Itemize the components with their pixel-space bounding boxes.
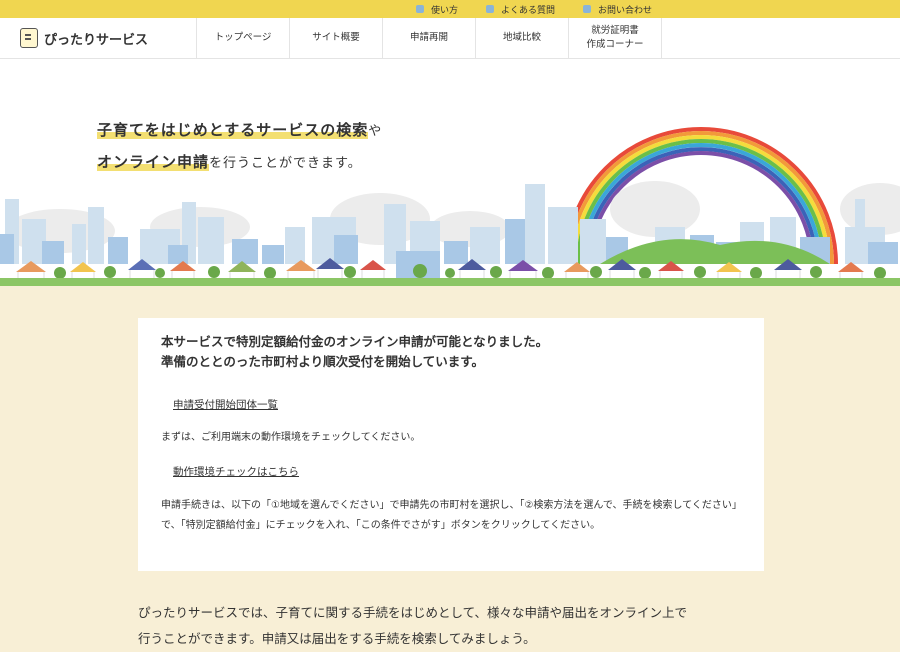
global-nav: トップページ サイト概要 申請再開 地域比較 就労証明書 作成コーナー bbox=[196, 18, 662, 58]
help-link[interactable]: 使い方 bbox=[415, 3, 458, 16]
logo-icon bbox=[20, 28, 38, 48]
service-intro: ぴったりサービスでは、子育てに関する手続をはじめとして、様々な申請や届出をオンラ… bbox=[138, 605, 688, 646]
notice-box: 本サービスで特別定額給付金のオンライン申請が可能となりました。 準備のととのった… bbox=[138, 318, 764, 571]
application-instructions: 申請手続きは、以下の「①地域を選んでください」で申請先の市町村を選択し、「②検索… bbox=[161, 500, 742, 531]
nav-region-compare[interactable]: 地域比較 bbox=[475, 18, 568, 58]
square-icon bbox=[582, 5, 591, 13]
application-start-list-link[interactable]: 申請受付開始団体一覧 bbox=[173, 397, 278, 412]
site-logo[interactable]: ぴったりサービス bbox=[0, 18, 196, 58]
nav-top-page[interactable]: トップページ bbox=[196, 18, 289, 58]
square-icon bbox=[415, 5, 424, 13]
notice-headline: 本サービスで特別定額給付金のオンライン申請が可能となりました。 準備のととのった… bbox=[161, 334, 549, 369]
nav-employment-certificate[interactable]: 就労証明書 作成コーナー bbox=[568, 18, 662, 58]
nav-site-overview[interactable]: サイト概要 bbox=[289, 18, 382, 58]
square-icon bbox=[485, 5, 494, 13]
hero-tagline-line1: 子育てをはじめとするサービスの検索や bbox=[97, 121, 383, 139]
logo-text: ぴったりサービス bbox=[44, 32, 149, 48]
nav-application-resume[interactable]: 申請再開 bbox=[382, 18, 475, 58]
hero-tagline-line2: オンライン申請を行うことができます。 bbox=[97, 153, 362, 171]
contact-link[interactable]: お問い合わせ bbox=[582, 3, 652, 16]
faq-link[interactable]: よくある質問 bbox=[485, 3, 555, 16]
environment-check-instruction: まずは、ご利用端末の動作環境をチェックしてください。 bbox=[161, 432, 421, 443]
cityscape-illustration bbox=[0, 127, 900, 286]
utility-bar: 使い方 よくある質問 お問い合わせ bbox=[0, 0, 900, 18]
site-header: ぴったりサービス トップページ サイト概要 申請再開 地域比較 就労証明書 作成コ… bbox=[0, 18, 900, 59]
environment-check-link[interactable]: 動作環境チェックはこちら bbox=[173, 464, 299, 479]
hero-banner: 子育てをはじめとするサービスの検索や オンライン申請を行うことができます。 bbox=[0, 59, 900, 286]
